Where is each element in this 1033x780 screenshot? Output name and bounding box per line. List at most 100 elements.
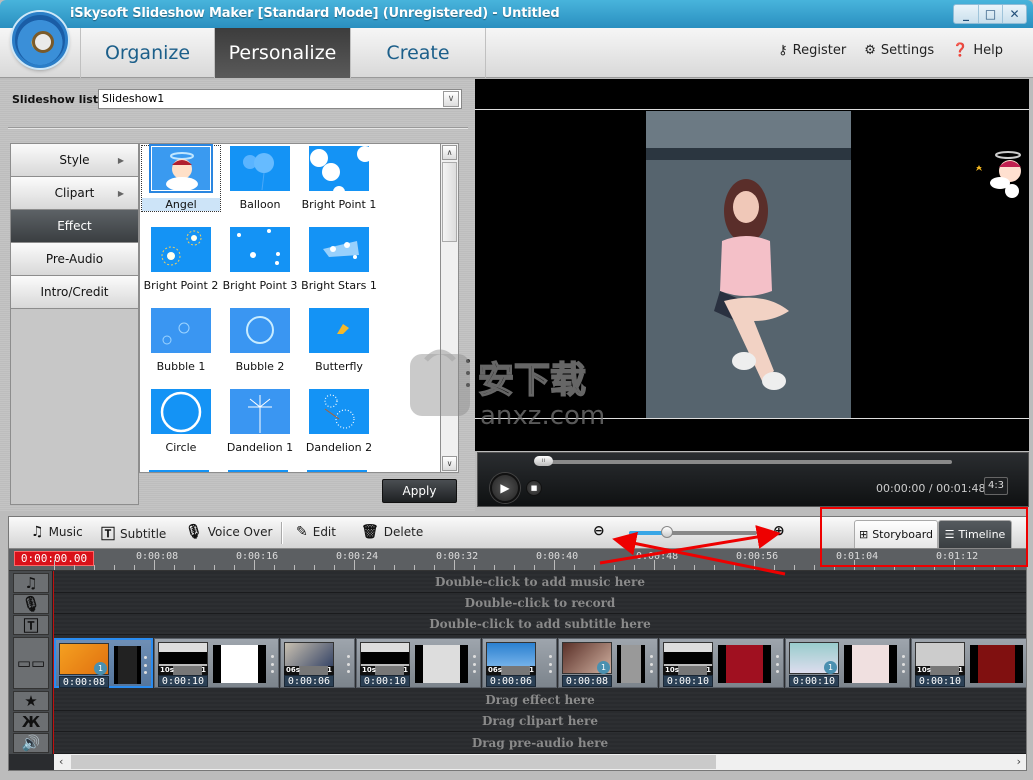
clip-drag-handle[interactable]	[271, 655, 274, 673]
clip-drag-handle[interactable]	[902, 655, 905, 673]
category-effect[interactable]: Effect	[11, 210, 138, 243]
effect-item-bright-point-1[interactable]: Bright Point 1	[300, 146, 378, 211]
aspect-ratio-button[interactable]: 4:3	[984, 477, 1008, 495]
effect-item-dandelion-1[interactable]: Dandelion 1	[221, 389, 299, 454]
zoom-slider-handle[interactable]	[661, 526, 674, 538]
tab-personalize[interactable]: Personalize	[214, 28, 350, 78]
category-label: Clipart	[54, 186, 95, 200]
microphone-track-icon: 🎙	[13, 594, 49, 614]
time-ruler[interactable]: 0:00:00.00 0:00:08 0:00:16 0:00:24 0:00:32 0…	[9, 549, 1026, 571]
clip-drag-handle[interactable]	[776, 655, 779, 673]
help-link[interactable]: ❓ Help	[952, 43, 1003, 58]
transition-thumbnail[interactable]	[415, 645, 468, 683]
play-icon: ▶	[500, 481, 510, 495]
clip-drag-handle[interactable]	[144, 656, 147, 674]
scroll-right-icon[interactable]: ›	[1017, 754, 1021, 770]
stop-button[interactable]: ■	[526, 480, 542, 496]
edit-button[interactable]: ✎ Edit	[296, 524, 336, 540]
timeline-clip[interactable]: 10s 1 0:00:10	[911, 638, 1026, 688]
effect-track-hint: Drag effect here	[485, 693, 595, 707]
effect-item-partial	[149, 470, 209, 472]
clipart-track[interactable]: Drag clipart here	[54, 711, 1026, 732]
transition-thumbnail[interactable]	[970, 645, 1023, 683]
transition-thumbnail[interactable]	[718, 645, 771, 683]
timeline-clip[interactable]: 1 0:00:08	[54, 638, 153, 688]
seek-bar[interactable]	[536, 460, 952, 464]
scroll-down-icon[interactable]: ∨	[442, 456, 457, 471]
voice-over-button[interactable]: 🎙 Voice Over	[185, 524, 272, 540]
timeline-clip[interactable]: 10s 1 0:00:10	[659, 638, 784, 688]
ruler-tick	[514, 565, 515, 570]
category-pre-audio[interactable]: Pre-Audio	[11, 243, 138, 276]
ruler-tick	[994, 565, 995, 570]
clip-drag-handle[interactable]	[549, 655, 552, 673]
balloon-thumbnail	[230, 146, 290, 191]
effect-item-angel[interactable]: Angel	[141, 144, 221, 212]
music-track[interactable]: Double-click to add music here	[54, 572, 1026, 593]
register-link[interactable]: ⚷ Register	[778, 43, 846, 58]
clip-drag-handle[interactable]	[473, 655, 476, 673]
music-button[interactable]: ♫ Music	[31, 524, 83, 540]
ruler-tick	[834, 565, 835, 570]
effect-item-dandelion-2[interactable]: Dandelion 2	[300, 389, 378, 454]
subtitle-track[interactable]: Double-click to add subtitle here	[54, 614, 1026, 635]
slideshow-list-select[interactable]: Slideshow1 ∨	[98, 89, 462, 109]
transition-thumbnail[interactable]	[844, 645, 897, 683]
timeline-clip[interactable]: 10s 1 0:00:10	[356, 638, 481, 688]
apply-button[interactable]: Apply	[382, 479, 457, 503]
playhead[interactable]	[53, 571, 54, 754]
effect-item-bubble-2[interactable]: Bubble 2	[221, 308, 299, 373]
clip-drag-handle[interactable]	[347, 655, 350, 673]
scrollbar-thumb[interactable]	[71, 755, 716, 769]
timeline-tab[interactable]: ☰ Timeline	[938, 520, 1012, 548]
transition-thumbnail[interactable]	[114, 646, 141, 684]
effect-item-bright-point-2[interactable]: Bright Point 2	[142, 227, 220, 292]
scroll-up-icon[interactable]: ∧	[442, 145, 457, 160]
zoom-out-icon[interactable]: ⊖	[593, 523, 605, 539]
timeline-scrollbar[interactable]: ‹ ›	[54, 754, 1026, 770]
effect-grid: Angel Balloon Bright Point 1 Bright Poin…	[139, 143, 441, 473]
effect-item-butterfly[interactable]: Butterfly	[300, 308, 378, 373]
transition-thumbnail[interactable]	[617, 645, 645, 683]
zoom-in-icon[interactable]: ⊕	[773, 523, 785, 539]
delete-button[interactable]: 🗑 Delete	[361, 524, 423, 540]
timeline-clip[interactable]: 1 0:00:08	[558, 638, 658, 688]
minimize-button[interactable]: _	[954, 5, 978, 23]
preview-photo	[646, 111, 851, 418]
help-label: Help	[973, 43, 1003, 58]
settings-link[interactable]: ⚙ Settings	[864, 43, 934, 58]
chevron-down-icon[interactable]: ∨	[443, 91, 459, 107]
close-button[interactable]: ✕	[1002, 5, 1026, 23]
storyboard-tab[interactable]: ⊞ Storyboard	[854, 520, 938, 548]
effect-track[interactable]: Drag effect here	[54, 690, 1026, 711]
timeline-clip[interactable]: 06s 1 0:00:06	[280, 638, 355, 688]
transition-thumbnail[interactable]	[213, 645, 266, 683]
clip-drag-handle[interactable]	[650, 655, 653, 673]
timeline-clip[interactable]: 10s 1 0:00:10	[154, 638, 279, 688]
voice-track[interactable]: Double-click to record	[54, 593, 1026, 614]
effect-item-circle[interactable]: Circle	[142, 389, 220, 454]
category-intro-credit[interactable]: Intro/Credit	[11, 276, 138, 309]
tab-create[interactable]: Create	[350, 28, 486, 78]
timeline-clip[interactable]: 1 0:00:10	[785, 638, 910, 688]
maximize-button[interactable]: □	[978, 5, 1002, 23]
subtitle-button[interactable]: 🅃 Subtitle	[101, 524, 166, 544]
category-clipart[interactable]: Clipart ▶	[11, 177, 138, 210]
timeline-clip[interactable]: 06s 1 0:00:06	[482, 638, 557, 688]
effect-item-bright-point-3[interactable]: Bright Point 3	[221, 227, 299, 292]
clip-time-tag: 10s 1	[158, 666, 208, 675]
butterfly-track-icon: Ж	[13, 712, 49, 732]
play-button[interactable]: ▶	[490, 473, 520, 503]
zoom-slider[interactable]	[629, 526, 757, 538]
ruler-tick	[474, 565, 475, 570]
effect-item-bubble-1[interactable]: Bubble 1	[142, 308, 220, 373]
clip-duration: 0:00:10	[915, 675, 965, 687]
preaudio-track[interactable]: Drag pre-audio here	[54, 732, 1026, 754]
scrollbar-thumb[interactable]	[442, 162, 457, 242]
effect-item-bright-stars-1[interactable]: Bright Stars 1	[300, 227, 378, 292]
category-style[interactable]: Style ▶	[11, 144, 138, 177]
tab-organize[interactable]: Organize	[80, 28, 214, 78]
scroll-left-icon[interactable]: ‹	[59, 754, 63, 770]
effect-item-balloon[interactable]: Balloon	[221, 146, 299, 211]
seek-handle[interactable]: ıı	[534, 456, 553, 466]
